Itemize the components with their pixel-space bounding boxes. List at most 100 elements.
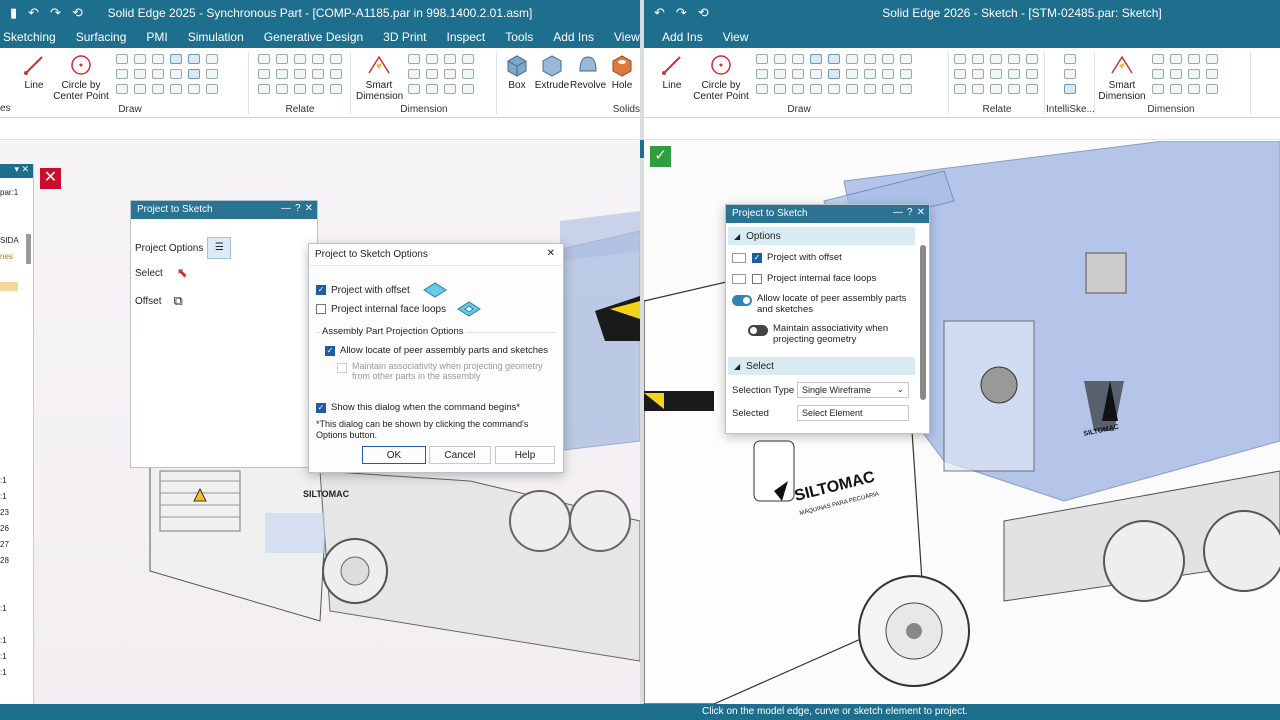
project-options-button[interactable]: ☰ (207, 237, 232, 259)
pathfinder-item[interactable]: :1 (0, 668, 7, 677)
angular-coord-icon[interactable] (426, 69, 438, 79)
perpendicular-icon[interactable] (276, 69, 288, 79)
dim-copy-icon[interactable] (1170, 84, 1182, 94)
fill-tool-icon[interactable] (206, 84, 218, 94)
project-with-offset-checkbox[interactable]: ✓ (752, 252, 762, 263)
fixed-icon[interactable] (990, 84, 1002, 94)
project-internal-face-loops-checkbox[interactable] (316, 304, 326, 314)
panel-scrollbar[interactable] (920, 245, 926, 400)
tab-tools[interactable]: Tools (495, 30, 543, 44)
tangent-icon[interactable] (330, 54, 342, 64)
project-tool-icon[interactable] (188, 69, 200, 79)
pathfinder-item[interactable]: SIDA (0, 236, 19, 245)
project-internal-face-loops-checkbox[interactable] (752, 273, 762, 284)
coordinate-dim-icon[interactable] (1188, 54, 1200, 64)
rotate-tool-icon[interactable] (810, 69, 822, 79)
lock-icon[interactable] (1008, 54, 1020, 64)
tangent-icon[interactable] (1026, 54, 1038, 64)
pathfinder-item[interactable]: :1 (0, 652, 7, 661)
parallel-icon[interactable] (258, 69, 270, 79)
fill-tool-icon[interactable] (846, 84, 858, 94)
maintain-associativity-toggle[interactable] (748, 325, 768, 336)
pathfinder-item[interactable]: :1 (0, 604, 7, 613)
tab-generative-design[interactable]: Generative Design (254, 30, 373, 44)
mirror-tool-icon[interactable] (792, 84, 804, 94)
fillet-tool-icon[interactable] (810, 54, 822, 64)
help-icon[interactable]: ? (295, 203, 301, 214)
convert-tool-icon[interactable] (882, 69, 894, 79)
offset-tool-icon[interactable] (846, 69, 858, 79)
move-tool-icon[interactable] (152, 69, 164, 79)
arc-tool-icon[interactable] (774, 54, 786, 64)
repeat-icon[interactable]: ⟲ (72, 5, 83, 21)
point-tool-icon[interactable] (116, 84, 128, 94)
chamfer-dim-icon[interactable] (1152, 69, 1164, 79)
curve-tool-icon[interactable] (134, 69, 146, 79)
pathfinder-item[interactable]: par:1 (0, 188, 18, 197)
include-tool-icon[interactable] (188, 84, 200, 94)
extend-tool-icon[interactable] (206, 54, 218, 64)
connect-icon[interactable] (954, 54, 966, 64)
minimize-icon[interactable]: — (893, 207, 903, 218)
dim-copy-icon[interactable] (426, 84, 438, 94)
arc-tool-icon[interactable] (134, 54, 146, 64)
tab-inspect[interactable]: Inspect (437, 30, 496, 44)
pathfinder-scrollbar[interactable] (26, 234, 31, 264)
pathfinder-item[interactable]: 26 (0, 524, 9, 533)
maintain-icon[interactable] (1026, 84, 1038, 94)
midpoint-icon[interactable] (276, 84, 288, 94)
offset-icon[interactable]: ⧉ (174, 293, 183, 309)
perpendicular-icon[interactable] (972, 69, 984, 79)
hole-button[interactable]: Hole (606, 52, 638, 91)
trim-tool-icon[interactable] (828, 54, 840, 64)
options-section-header[interactable]: ◢ Options (728, 227, 915, 245)
rect-tool-icon[interactable] (116, 54, 128, 64)
tab-view[interactable]: View (713, 30, 759, 44)
dim-grid-icon[interactable] (444, 84, 456, 94)
pathfinder-item[interactable]: :1 (0, 636, 7, 645)
lock-icon[interactable] (312, 54, 324, 64)
save-icon[interactable]: ▮ (10, 5, 17, 21)
maintain-associativity-checkbox[interactable] (337, 363, 347, 373)
line-button[interactable]: Line (654, 52, 690, 91)
symmetric-icon[interactable] (312, 69, 324, 79)
radial-dim-icon[interactable] (1188, 69, 1200, 79)
undo-icon[interactable]: ↶ (28, 5, 39, 21)
line-button[interactable]: Line (18, 52, 50, 91)
box-button[interactable]: Box (500, 52, 534, 91)
dim-table-icon[interactable] (1206, 84, 1218, 94)
symmetric-dim-icon[interactable] (1206, 54, 1218, 64)
polygon-tool-icon[interactable] (152, 54, 164, 64)
pathfinder-item[interactable]: 27 (0, 540, 9, 549)
intersect-tool-icon[interactable] (864, 69, 876, 79)
angular-coord-icon[interactable] (1170, 69, 1182, 79)
redo-icon[interactable]: ↷ (50, 5, 61, 21)
chamfer-tool-icon[interactable] (134, 84, 146, 94)
revolve-button[interactable]: Revolve (570, 52, 606, 91)
xy-tool-icon[interactable] (864, 84, 876, 94)
dim-style-icon[interactable] (1152, 84, 1164, 94)
tab-pmi[interactable]: PMI (136, 30, 177, 44)
undo-icon[interactable]: ↶ (654, 5, 665, 21)
ellipse-tool-icon[interactable] (116, 69, 128, 79)
project-with-offset-checkbox[interactable]: ✓ (316, 285, 326, 295)
dim-table-icon[interactable] (462, 84, 474, 94)
rigid-icon[interactable] (954, 84, 966, 94)
corner-tool-icon[interactable] (882, 54, 894, 64)
include-tool-icon[interactable] (828, 84, 840, 94)
equal-icon[interactable] (990, 69, 1002, 79)
selected-element-field[interactable]: Select Element (797, 405, 909, 421)
tab-3d-print[interactable]: 3D Print (373, 30, 436, 44)
tab-view[interactable]: View (604, 30, 640, 44)
select-cursor-icon[interactable]: ⬉ (177, 265, 188, 281)
repeat-icon[interactable]: ⟲ (698, 5, 709, 21)
intellisketch-options-icon[interactable] (1064, 54, 1076, 64)
tab-surfacing[interactable]: Surfacing (66, 30, 137, 44)
connect-icon[interactable] (258, 54, 270, 64)
smart-dimension-button[interactable]: Smart Dimension (356, 52, 403, 102)
fillet-tool-icon[interactable] (170, 54, 182, 64)
parallel-icon[interactable] (954, 69, 966, 79)
circle-by-center-point-button[interactable]: Circle by Center Point (50, 52, 112, 102)
auto-dim-icon[interactable] (1206, 69, 1218, 79)
move-tool-icon[interactable] (792, 69, 804, 79)
